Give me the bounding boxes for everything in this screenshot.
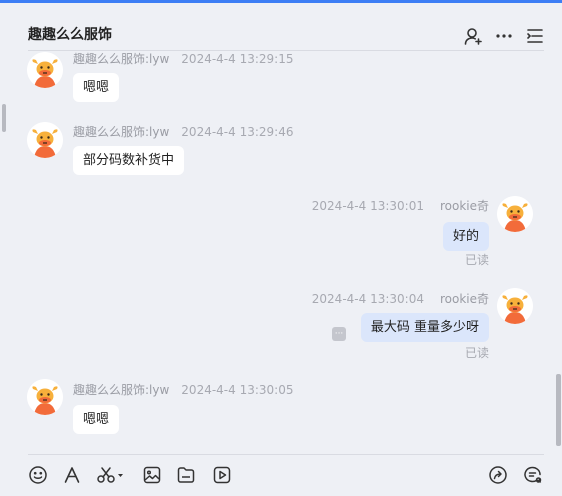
message-meta: 趣趣么么服饰:lyw 2024-4-4 13:30:05 [73,381,293,398]
chat-header: 趣趣么么服饰 [0,3,562,51]
message-bubble[interactable]: 最大码 重量多少呀 [360,313,489,342]
cow-avatar-icon [27,122,63,158]
message-meta: 2024-4-4 13:30:01 rookie奇 [312,197,489,214]
list-icon[interactable] [524,25,546,47]
share-icon[interactable] [487,464,509,486]
message-meta: 趣趣么么服饰:lyw 2024-4-4 13:29:15 [73,50,293,67]
cow-avatar-icon [497,196,533,232]
message-bubble[interactable]: 好的 [442,222,489,251]
sender-name: 趣趣么么服饰:lyw [73,52,170,66]
chat-title: 趣趣么么服饰 [28,27,112,43]
more-icon[interactable] [493,25,515,47]
message-meta: 2024-4-4 13:30:04 rookie奇 [312,290,489,307]
video-icon[interactable] [211,464,233,486]
font-icon[interactable] [61,464,83,486]
message-time: 2024-4-4 13:30:04 [311,292,424,306]
message-time: 2024-4-4 13:29:46 [181,125,294,139]
cow-avatar-icon [497,288,533,324]
avatar[interactable] [27,122,63,158]
cow-avatar-icon [27,52,63,88]
avatar[interactable] [497,196,533,232]
sender-name: 趣趣么么服饰:lyw [73,125,170,139]
toolbar-divider [28,454,544,455]
message-time: 2024-4-4 13:29:15 [181,52,294,66]
add-member-icon[interactable] [462,25,484,47]
message-time: 2024-4-4 13:30:01 [311,199,424,213]
sender-name: 趣趣么么服饰:lyw [73,383,170,397]
left-scrollbar-thumb[interactable] [2,104,6,132]
read-status: 已读 [464,253,489,267]
avatar[interactable] [27,379,63,415]
chat-settings-icon[interactable] [522,464,544,486]
scrollbar-thumb[interactable] [556,374,561,446]
message-bubble[interactable]: 部分码数补货中 [73,146,185,175]
message-list[interactable]: 趣趣么么服饰:lyw 2024-4-4 13:29:15 嗯嗯 趣趣么么服饰:ly… [0,50,562,454]
message-more-icon[interactable]: ··· [332,327,346,341]
avatar[interactable] [27,52,63,88]
message-meta: 趣趣么么服饰:lyw 2024-4-4 13:29:46 [73,123,293,140]
folder-icon[interactable] [175,464,197,486]
message-bubble[interactable]: 嗯嗯 [73,73,120,102]
sender-name: rookie奇 [439,199,489,213]
scissors-icon[interactable] [95,464,127,486]
emoji-icon[interactable] [27,464,49,486]
cow-avatar-icon [27,379,63,415]
sender-name: rookie奇 [439,292,489,306]
image-icon[interactable] [141,464,163,486]
read-status: 已读 [464,346,489,360]
message-time: 2024-4-4 13:30:05 [181,383,294,397]
avatar[interactable] [497,288,533,324]
message-bubble[interactable]: 嗯嗯 [73,405,120,434]
